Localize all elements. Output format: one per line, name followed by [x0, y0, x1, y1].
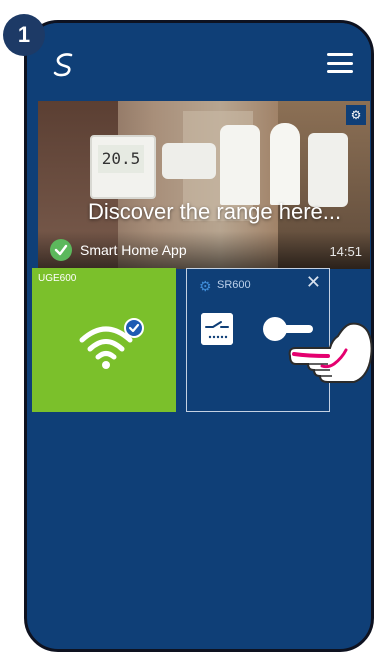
relay-settings-gear-icon[interactable]: ⚙ [199, 279, 213, 293]
hamburger-menu-icon[interactable] [327, 53, 353, 73]
banner-settings-gear-icon[interactable]: ⚙ [346, 105, 366, 125]
step-number-badge: 1 [3, 14, 45, 56]
thermostat-display: 20.5 [98, 145, 144, 173]
connected-check-icon [124, 318, 144, 338]
app-label: Smart Home App [80, 242, 187, 258]
relay-switch-icon [201, 313, 233, 345]
promo-banner[interactable]: ⚙ 20.5 Discover the range here... Smart … [38, 101, 370, 269]
salus-logo-icon[interactable] [49, 49, 79, 79]
gateway-tile[interactable]: UGE600 [32, 268, 176, 412]
check-circle-icon [50, 239, 72, 261]
video-time: 14:51 [329, 244, 362, 259]
close-icon[interactable]: ✕ [306, 273, 321, 291]
thermostat-device: 20.5 [90, 135, 156, 199]
app-header [27, 23, 371, 95]
pointing-hand-icon [288, 322, 373, 383]
relay-label: SR600 [217, 279, 251, 291]
banner-title: Discover the range here... [88, 199, 342, 224]
gateway-label: UGE600 [38, 273, 77, 284]
